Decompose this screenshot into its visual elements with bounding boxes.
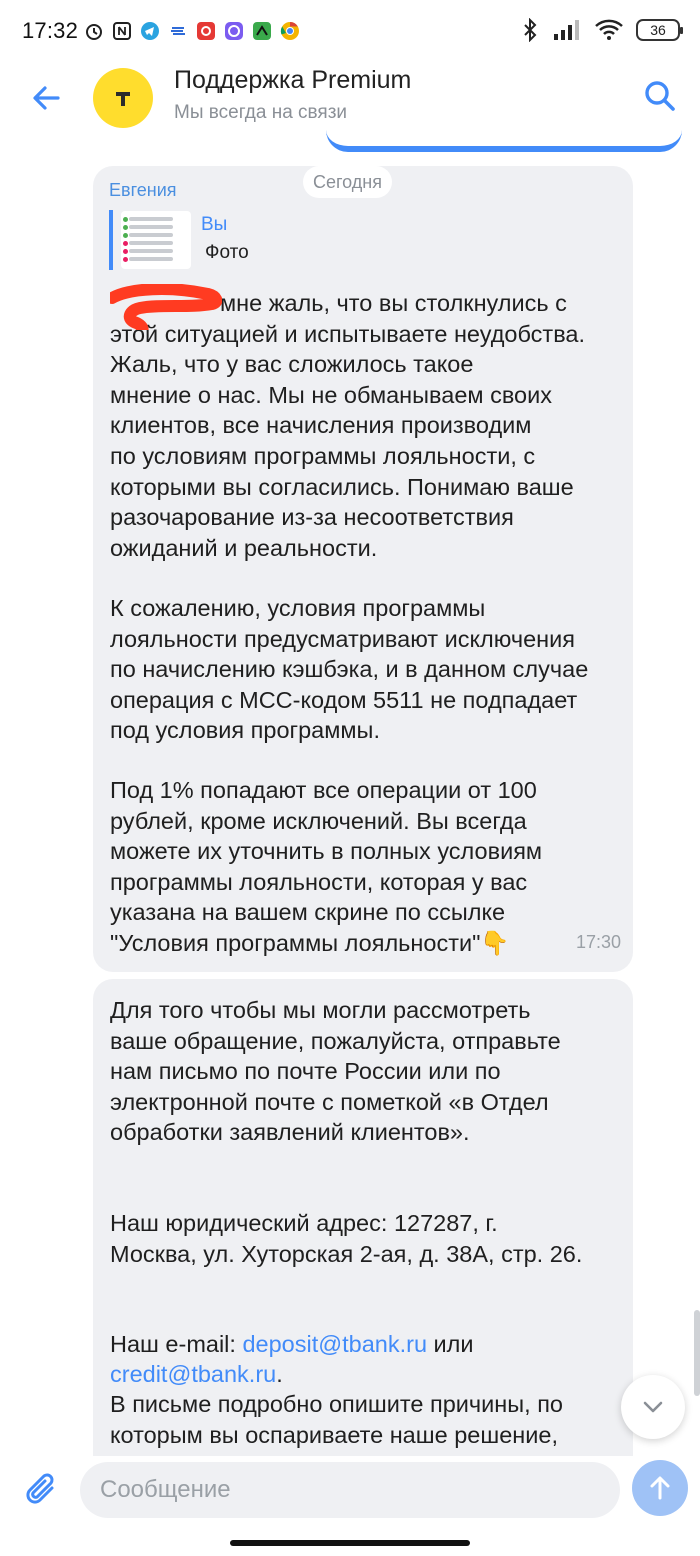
email-link-credit[interactable]: credit@tbank.ru — [110, 1361, 276, 1387]
message-paragraph: В письме подробно опишите причины, по ко… — [110, 1391, 563, 1448]
email-link-deposit[interactable]: deposit@tbank.ru — [242, 1331, 427, 1357]
message-input[interactable] — [80, 1462, 620, 1518]
message-paragraph: К сожалению, условия программы лояльност… — [110, 595, 589, 744]
scroll-down-button[interactable] — [621, 1375, 685, 1439]
outgoing-message-edge — [326, 124, 682, 152]
send-button[interactable] — [632, 1460, 688, 1516]
battery-level: 36 — [650, 22, 666, 38]
email-prefix: Наш e-mail: — [110, 1330, 243, 1357]
paperclip-icon[interactable] — [22, 1470, 62, 1510]
message-paragraph: Под 1% попадают все операции от 100 рубл… — [110, 777, 543, 956]
message-paragraph: Для того чтобы мы могли рассмотреть ваше… — [110, 997, 561, 1146]
scroll-handle[interactable] — [694, 1310, 700, 1396]
chevron-down-icon — [643, 1401, 663, 1413]
alarm-icon — [86, 24, 103, 40]
home-indicator — [230, 1540, 470, 1546]
reply-text: Фото — [205, 242, 249, 263]
arrow-left-icon[interactable] — [28, 80, 64, 116]
email-or: или — [427, 1330, 474, 1357]
cellular-signal-icon — [554, 20, 579, 40]
app-notification-icon — [171, 27, 186, 35]
tbank-logo-icon — [109, 84, 137, 113]
email-end: . — [276, 1361, 283, 1388]
telegram-icon — [141, 22, 160, 40]
status-bar: 17:32 36 — [0, 0, 700, 62]
wifi-icon — [595, 19, 623, 40]
red-app-icon — [197, 22, 216, 40]
message-input-bar — [0, 1456, 700, 1556]
status-notification-icons — [84, 21, 300, 41]
message-paragraph: Наш юридический адрес: 127287, г. Москва… — [110, 1210, 583, 1267]
battery-indicator: 36 — [636, 19, 683, 41]
status-time: 17:32 — [22, 18, 79, 43]
reply-photo-thumbnail — [121, 211, 191, 269]
green-app-icon — [253, 22, 272, 40]
message-time: 17:30 — [575, 932, 621, 952]
nfc-icon — [113, 22, 132, 40]
arrow-up-icon — [650, 1476, 670, 1500]
purple-app-icon — [225, 22, 244, 40]
search-icon[interactable] — [642, 78, 678, 114]
avatar[interactable] — [93, 68, 153, 128]
chat-subtitle: Мы всегда на связи — [174, 102, 348, 123]
status-right-icons: 36 — [520, 18, 683, 42]
redaction-scribble — [110, 284, 222, 330]
reply-author: Вы — [201, 214, 228, 235]
chat-title[interactable]: Поддержка Premium — [174, 66, 411, 95]
date-separator: Сегодня — [303, 166, 392, 198]
reply-preview[interactable]: Вы Фото — [109, 210, 329, 270]
message-email-paragraph: Наш e-mail: deposit@tbank.ru или credit@t… — [110, 1298, 630, 1390]
chrome-icon — [280, 21, 300, 40]
bluetooth-icon — [524, 18, 537, 42]
